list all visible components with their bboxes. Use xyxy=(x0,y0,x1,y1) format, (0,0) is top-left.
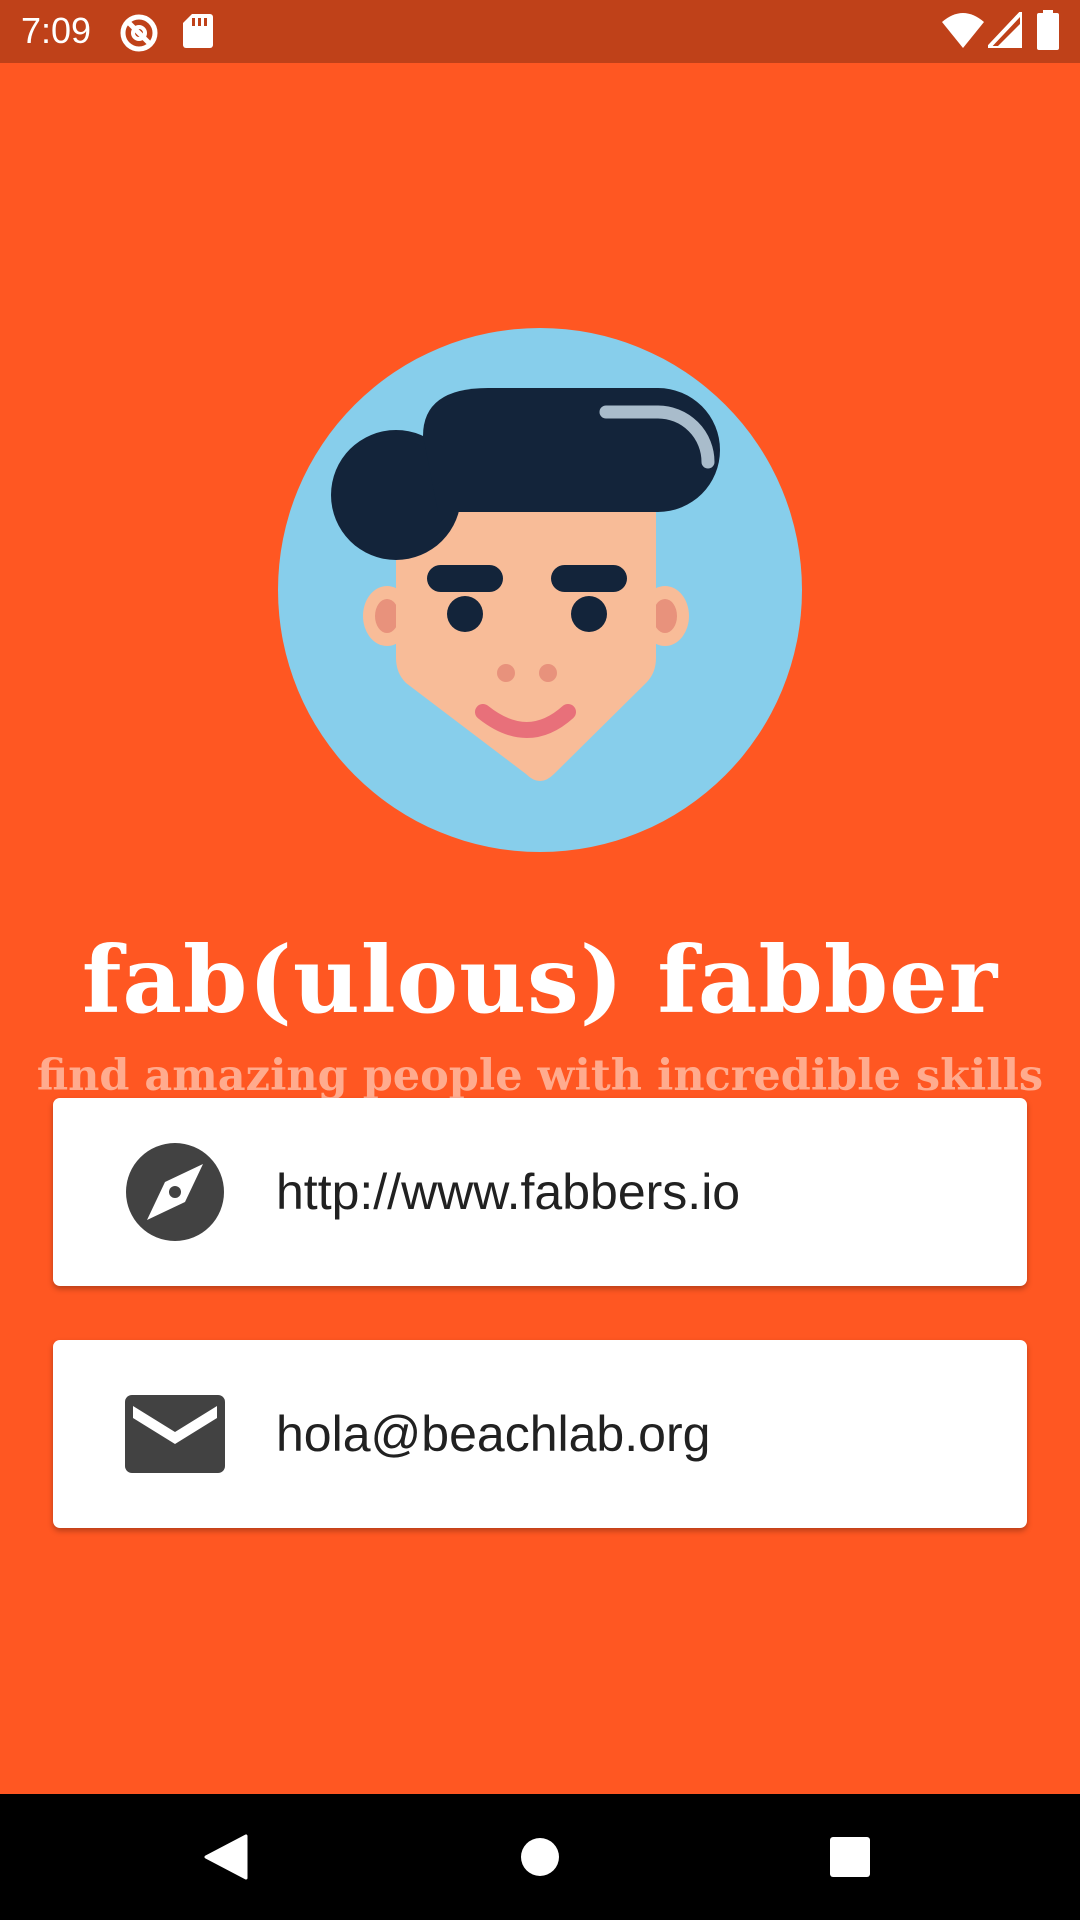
email-link-text[interactable]: hola@beachlab.org xyxy=(276,1340,710,1528)
back-icon[interactable] xyxy=(193,1824,259,1890)
avatar xyxy=(278,328,802,852)
recents-icon[interactable] xyxy=(817,1824,883,1890)
profile-screen: fab(ulous) fabber find amazing people wi… xyxy=(0,63,1080,1794)
page-title: fab(ulous) fabber xyxy=(81,926,999,1034)
mail-icon xyxy=(125,1395,225,1473)
status-bar: 7:09 xyxy=(0,0,1080,63)
website-link-text[interactable]: http://www.fabbers.io xyxy=(276,1098,740,1286)
home-icon[interactable] xyxy=(507,1824,573,1890)
cell-signal-icon xyxy=(988,12,1022,48)
sd-card-icon xyxy=(183,14,213,48)
wifi-icon xyxy=(942,13,984,48)
compass-icon xyxy=(126,1143,224,1241)
navigation-bar xyxy=(0,1794,1080,1920)
email-link-card[interactable]: hola@beachlab.org xyxy=(53,1340,1027,1528)
vpn-key-icon xyxy=(120,14,158,52)
battery-icon xyxy=(1037,10,1059,50)
website-link-card[interactable]: http://www.fabbers.io xyxy=(53,1098,1027,1286)
status-time: 7:09 xyxy=(21,10,92,51)
page-subtitle: find amazing people with incredible skil… xyxy=(36,1051,1044,1101)
